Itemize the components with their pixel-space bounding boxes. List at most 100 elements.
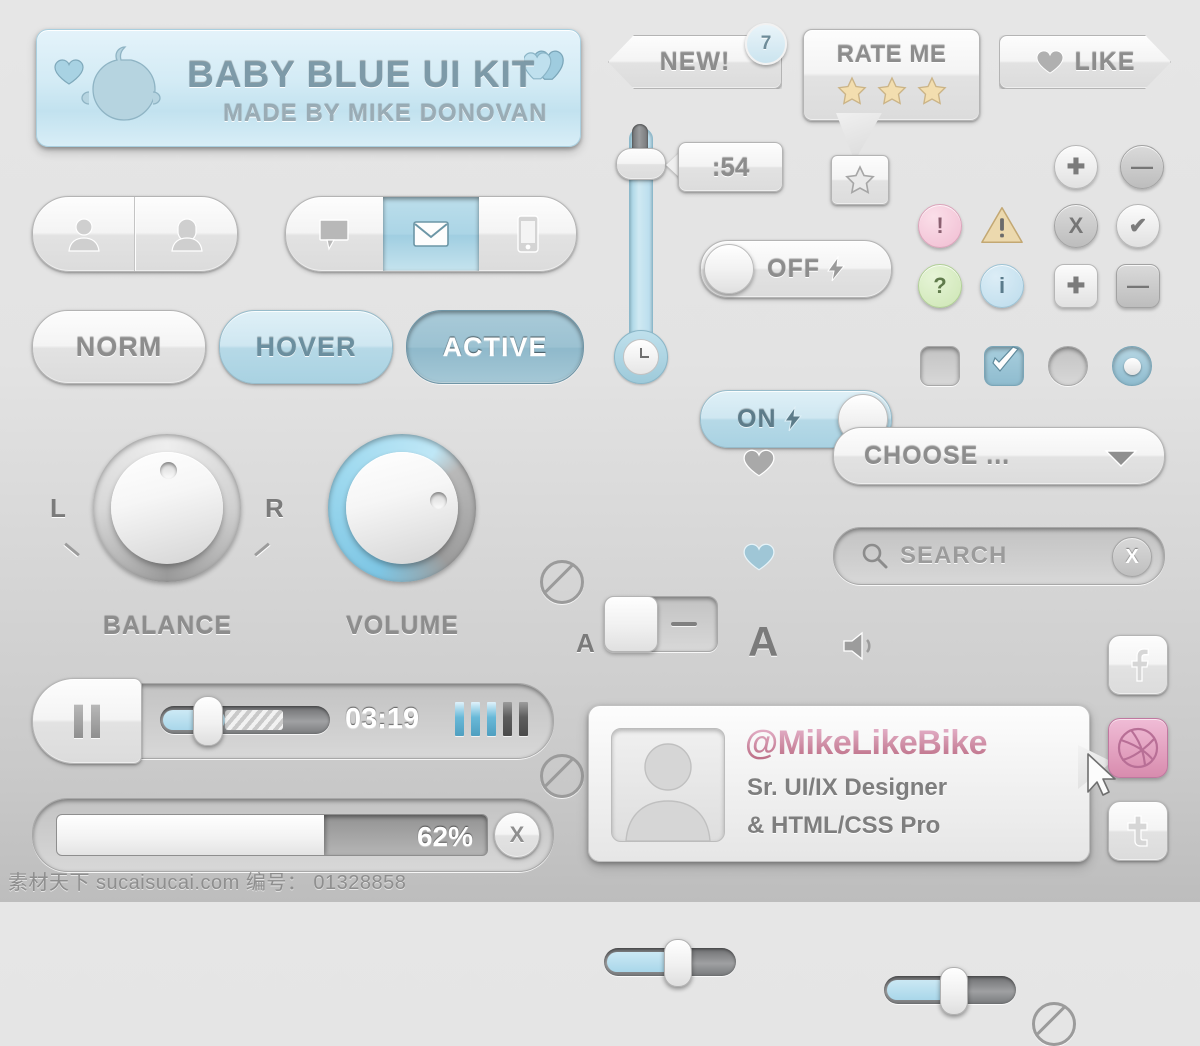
hover-button[interactable]: HOVER [219, 310, 393, 384]
star-icon[interactable] [836, 76, 867, 106]
twitter-glyph [1127, 815, 1148, 847]
balance-right-mark: R [265, 493, 284, 523]
help-circle-icon[interactable]: ? [918, 264, 962, 308]
ui-kit-canvas: BABY BLUE UI KIT MADE BY MIKE DONOVAN NE… [0, 0, 1200, 1046]
hover-label: HOVER [255, 331, 357, 362]
large-a-letter: A [748, 618, 779, 665]
mini-toggle-off[interactable] [604, 596, 718, 652]
profile-line-2: & HTML/CSS Pro [747, 812, 941, 839]
pause-button[interactable] [32, 678, 142, 764]
check-circle-icon[interactable]: ✔ [1116, 204, 1160, 248]
info-circle-icon[interactable]: i [980, 264, 1024, 308]
radio-selected[interactable] [1112, 346, 1152, 386]
no-entry-icon[interactable] [1032, 1002, 1076, 1046]
star-button[interactable] [831, 155, 889, 205]
volume-knob[interactable] [328, 434, 476, 582]
segment-chat[interactable] [286, 197, 383, 271]
rate-me-tooltip[interactable]: RATE ME [803, 29, 980, 121]
triangle-shape [981, 207, 1023, 243]
form-control-row [920, 346, 1152, 386]
user-male-button[interactable] [33, 197, 135, 271]
player-buffer-fill [225, 710, 283, 730]
heart-icon-grey[interactable] [742, 448, 776, 478]
balance-knob-indicator [160, 462, 177, 479]
no-entry-icon[interactable] [540, 560, 584, 604]
avatar [611, 728, 725, 842]
user-gender-toggle[interactable] [32, 196, 238, 272]
banner-title: BABY BLUE UI KIT [187, 54, 536, 95]
minus-circle-icon[interactable]: — [1120, 145, 1164, 189]
toggle-on-label-group: ON [737, 405, 803, 434]
checkmark-icon [992, 346, 1019, 372]
clear-x-icon[interactable]: X [1112, 537, 1152, 577]
minus-square-icon[interactable]: — [1116, 264, 1160, 308]
player-progress-track[interactable] [160, 706, 330, 734]
facebook-icon[interactable] [1108, 635, 1168, 695]
checkbox-unchecked[interactable] [920, 346, 960, 386]
plus-circle-icon[interactable]: ✚ [1054, 145, 1098, 189]
profile-handle: @MikeLikeBike [745, 724, 988, 762]
toggle-on-label: ON [737, 404, 777, 433]
speaker-icon[interactable] [840, 628, 884, 664]
volume-slider[interactable] [884, 967, 1016, 1015]
segmented-control[interactable] [285, 196, 577, 272]
choose-dropdown[interactable]: CHOOSE ... [833, 427, 1165, 485]
clock-icon[interactable] [614, 330, 668, 384]
eq-bar [503, 702, 512, 736]
radio-unselected[interactable] [1048, 346, 1088, 386]
checkbox-checked[interactable] [984, 346, 1024, 386]
font-size-slider[interactable] [604, 939, 736, 987]
star-icon[interactable] [916, 76, 947, 106]
baby-face-logo [81, 46, 161, 121]
chat-bubble-icon [319, 219, 350, 251]
mouse-cursor-icon [1087, 753, 1116, 796]
like-button[interactable]: LIKE [999, 35, 1171, 89]
balance-knob[interactable] [93, 434, 241, 582]
norm-button[interactable]: NORM [32, 310, 206, 384]
vertical-slider-knob[interactable] [616, 148, 666, 180]
toggle-off-label: OFF [767, 254, 820, 283]
eq-bar [519, 702, 528, 736]
lightning-bolt-icon [783, 406, 802, 432]
volume-knob-indicator [430, 492, 447, 509]
like-button-label: LIKE [1074, 47, 1136, 76]
toggle-off-label-group: OFF [767, 255, 846, 284]
star-icon[interactable] [876, 76, 907, 106]
balance-left-mark: L [50, 493, 66, 523]
cancel-x-icon[interactable]: X [494, 812, 540, 858]
close-circle-icon[interactable]: X [1054, 204, 1098, 248]
status-icon-row-2: ! X ✔ [918, 204, 1160, 248]
toggle-knob[interactable] [704, 244, 754, 294]
segment-mail[interactable] [382, 197, 480, 271]
small-a-letter: A [576, 628, 595, 658]
plus-square-icon[interactable]: ✚ [1054, 264, 1098, 308]
balance-knob-ring[interactable] [93, 434, 241, 582]
profile-line-1: Sr. UI/IX Designer [747, 774, 948, 801]
error-circle-icon[interactable]: ! [918, 204, 962, 248]
power-toggle-off[interactable]: OFF [700, 240, 892, 298]
segment-mobile[interactable] [479, 197, 576, 271]
heart-icon-blue[interactable] [742, 542, 776, 572]
warning-triangle-icon[interactable] [980, 206, 1024, 246]
slider-handle[interactable] [940, 967, 968, 1015]
active-button[interactable]: ACTIVE [406, 310, 584, 384]
rating-stars[interactable] [804, 76, 979, 106]
norm-label: NORM [75, 331, 163, 362]
eq-bar [487, 702, 496, 736]
balance-knob-cap[interactable] [111, 452, 223, 564]
watermark: 素材天下 sucaisucai.com 编号： 01328858 [8, 872, 407, 894]
no-entry-icon[interactable] [540, 754, 584, 798]
progress-percent: 62% [416, 821, 473, 852]
facebook-glyph [1131, 648, 1149, 682]
slider-handle[interactable] [664, 939, 692, 987]
mini-toggle-knob[interactable] [604, 596, 658, 652]
user-female-button[interactable] [135, 197, 237, 271]
banner-subtitle: MADE BY MIKE DONOVAN [223, 100, 548, 127]
twitter-icon[interactable] [1108, 801, 1168, 861]
mobile-phone-icon [516, 215, 539, 253]
player-progress-handle[interactable] [193, 696, 223, 746]
volume-knob-ring[interactable] [328, 434, 476, 582]
eq-bar [455, 702, 464, 736]
volume-knob-cap[interactable] [346, 452, 458, 564]
search-field[interactable]: SEARCH X [833, 527, 1165, 585]
